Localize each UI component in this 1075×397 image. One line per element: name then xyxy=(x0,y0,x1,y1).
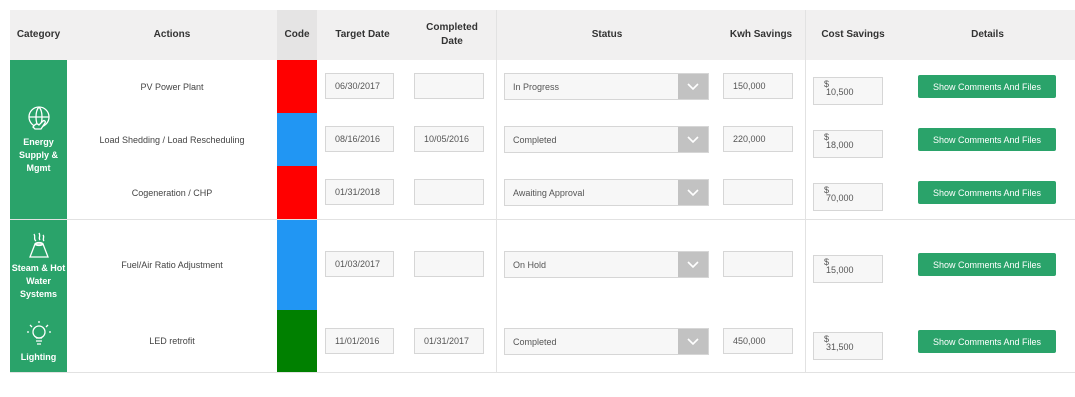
category-label: Energy Supply & Mgmt xyxy=(18,137,58,173)
status-select[interactable]: Completed xyxy=(504,126,709,153)
show-comments-button[interactable]: Show Comments And Files xyxy=(918,181,1056,204)
show-comments-button[interactable]: Show Comments And Files xyxy=(918,330,1056,353)
category-label: Steam & Hot Water Systems xyxy=(11,262,66,299)
category-label: Lighting xyxy=(20,351,57,362)
target-date-input[interactable]: 06/30/2017 xyxy=(325,73,394,99)
header-actions: Actions xyxy=(153,29,191,40)
status-select[interactable]: Awaiting Approval xyxy=(504,179,709,206)
chevron-down-icon[interactable] xyxy=(678,329,708,354)
code-swatch xyxy=(277,310,317,372)
cost-value: 31,500 xyxy=(826,342,854,352)
target-date-input[interactable]: 11/01/2016 xyxy=(325,328,394,354)
kwh-savings-input[interactable]: 450,000 xyxy=(723,328,793,354)
steam-icon xyxy=(24,230,54,260)
action-label: Fuel/Air Ratio Adjustment xyxy=(121,260,223,270)
target-date-input[interactable]: 01/31/2018 xyxy=(325,179,394,205)
cost-value: 70,000 xyxy=(826,193,854,203)
code-swatch xyxy=(277,113,317,166)
show-comments-button[interactable]: Show Comments And Files xyxy=(918,253,1056,276)
target-date-input[interactable]: 01/03/2017 xyxy=(325,251,394,277)
cost-value: 10,500 xyxy=(826,87,854,97)
kwh-savings-input[interactable]: 150,000 xyxy=(723,73,793,99)
completed-date-input[interactable] xyxy=(414,73,484,99)
cost-savings-input[interactable]: $ 15,000 xyxy=(813,255,883,283)
completed-date-input[interactable] xyxy=(414,251,484,277)
category-energy-supply: Energy Supply & Mgmt xyxy=(10,60,67,219)
chevron-down-icon[interactable] xyxy=(678,127,708,152)
cost-savings-input[interactable]: $ 10,500 xyxy=(813,77,883,105)
status-select[interactable]: In Progress xyxy=(504,73,709,100)
category-steam-hot-water: Steam & Hot Water Systems xyxy=(10,220,67,310)
action-label: Cogeneration / CHP xyxy=(131,187,213,198)
status-value: Awaiting Approval xyxy=(513,187,585,198)
chevron-down-icon[interactable] xyxy=(678,252,708,277)
cost-value: 18,000 xyxy=(826,140,854,150)
header-kwh-savings: Kwh Savings xyxy=(729,29,793,40)
target-date-input[interactable]: 08/16/2016 xyxy=(325,126,394,152)
code-swatch xyxy=(277,166,317,219)
completed-date-input[interactable] xyxy=(414,179,484,205)
header-completed-date: Completed Date xyxy=(426,22,478,47)
action-label: PV Power Plant xyxy=(140,81,204,92)
kwh-savings-input[interactable] xyxy=(723,179,793,205)
show-comments-button[interactable]: Show Comments And Files xyxy=(918,128,1056,151)
cost-savings-input[interactable]: $ 70,000 xyxy=(813,183,883,211)
action-label: LED retrofit xyxy=(149,336,195,346)
header-target-date: Target Date xyxy=(335,29,390,40)
table-bottom-border xyxy=(10,372,1075,373)
completed-date-input[interactable]: 10/05/2016 xyxy=(414,126,484,152)
action-label: Load Shedding / Load Rescheduling xyxy=(99,134,245,145)
globe-hand-icon xyxy=(24,104,54,134)
status-value: Completed xyxy=(513,336,557,347)
column-divider xyxy=(496,10,497,372)
header-code: Code xyxy=(284,29,310,40)
status-value: On Hold xyxy=(513,259,547,270)
kwh-savings-input[interactable]: 220,000 xyxy=(723,126,793,152)
header-category: Category xyxy=(16,29,61,40)
column-divider xyxy=(805,10,806,372)
status-value: Completed xyxy=(513,134,557,145)
lightbulb-icon xyxy=(24,319,54,349)
completed-date-input[interactable]: 01/31/2017 xyxy=(414,328,484,354)
status-value: In Progress xyxy=(513,81,560,92)
cost-savings-input[interactable]: $ 31,500 xyxy=(813,332,883,360)
header-cost-savings: Cost Savings xyxy=(821,29,885,40)
show-comments-button[interactable]: Show Comments And Files xyxy=(918,75,1056,98)
category-lighting: Lighting xyxy=(10,310,67,372)
header-details: Details xyxy=(971,29,1004,40)
status-select[interactable]: Completed xyxy=(504,328,709,355)
kwh-savings-input[interactable] xyxy=(723,251,793,277)
chevron-down-icon[interactable] xyxy=(678,74,708,99)
chevron-down-icon[interactable] xyxy=(678,180,708,205)
header-status: Status xyxy=(591,29,623,40)
cost-savings-input[interactable]: $ 18,000 xyxy=(813,130,883,158)
code-swatch xyxy=(277,60,317,113)
status-select[interactable]: On Hold xyxy=(504,251,709,278)
cost-value: 15,000 xyxy=(826,265,854,275)
code-swatch xyxy=(277,220,317,310)
